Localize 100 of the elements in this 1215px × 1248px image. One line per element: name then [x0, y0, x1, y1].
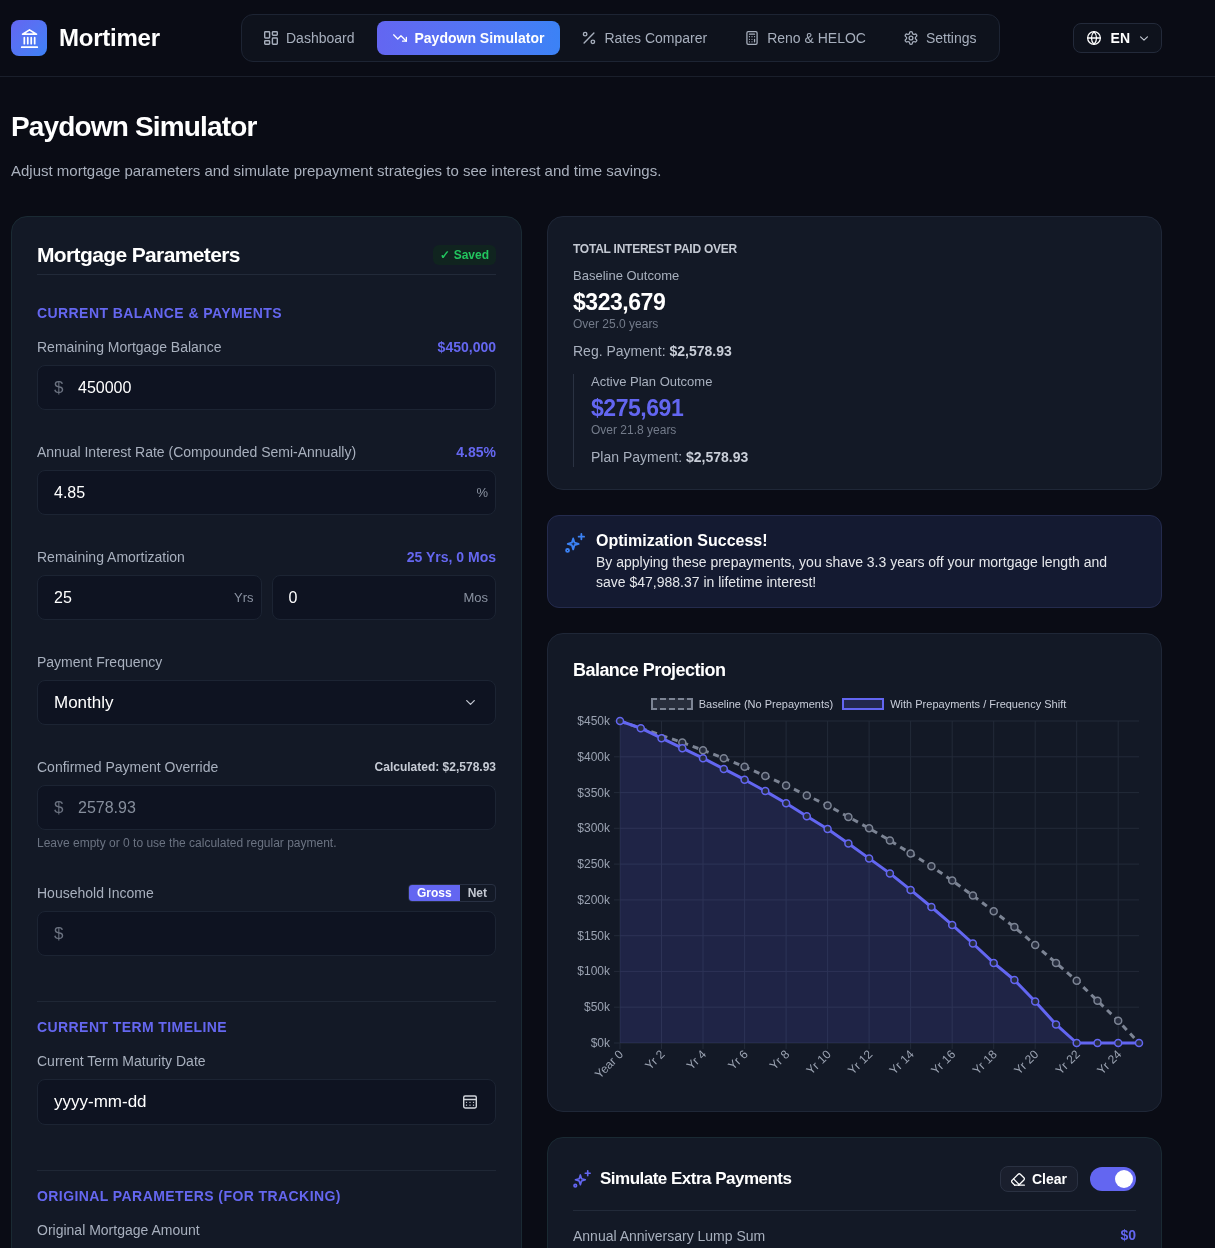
legend-label: Baseline (No Prepayments)	[698, 697, 834, 711]
data-point	[885, 869, 895, 878]
card-title: Mortgage Parameters	[37, 242, 240, 268]
data-point	[1010, 922, 1019, 932]
field-label: Household Income	[37, 883, 154, 903]
nav-tab[interactable]: Dashboard	[248, 21, 371, 55]
x-axis-label: Yr 12	[845, 1047, 876, 1078]
field-value: 4.85%	[456, 442, 496, 462]
data-point	[802, 811, 812, 821]
x-axis-label: Yr 18	[969, 1047, 1000, 1078]
summary-heading: TOTAL INTEREST PAID OVER	[573, 241, 739, 257]
x-axis-label: Yr 22	[1052, 1047, 1083, 1078]
bank-icon	[11, 20, 47, 56]
date-field[interactable]: yyyy-mm-dd	[37, 1079, 496, 1125]
data-point	[844, 812, 853, 822]
help-text: Leave empty or 0 to use the calculated regular payment.	[37, 835, 338, 851]
duration-text: Over 21.8 years	[591, 422, 678, 438]
data-point	[927, 902, 936, 912]
legend-label: With Prepayments / Frequency Shift	[890, 697, 1067, 711]
x-axis-label: Year 0	[592, 1047, 627, 1082]
nav-tab[interactable]: Settings	[887, 21, 993, 55]
x-axis-label: Yr 16	[928, 1047, 959, 1078]
y-axis-label: $200k	[577, 892, 610, 907]
toggle-option[interactable]: Gross	[408, 885, 460, 901]
clear-button[interactable]: Clear	[999, 1166, 1078, 1192]
unit-suffix: Yrs	[234, 589, 254, 606]
interest-amount: $323,679	[573, 288, 667, 316]
settings-icon	[903, 31, 918, 45]
dashed-swatch-icon	[650, 698, 693, 710]
data-point	[678, 743, 687, 753]
y-axis-label: $250k	[577, 857, 610, 872]
chart-title: Balance Projection	[573, 659, 727, 681]
field-label: Annual Interest Rate (Compounded Semi-Annually)	[37, 442, 357, 462]
y-axis-label: $100k	[577, 964, 610, 979]
data-point	[1093, 996, 1102, 1006]
payment-text: Reg. Payment: $2,578.93	[573, 342, 733, 361]
nav-tab[interactable]: Rates Comparer	[566, 21, 724, 55]
interest-amount: $275,691	[591, 394, 685, 422]
data-point	[761, 771, 770, 781]
field-label: Original Mortgage Amount	[37, 1220, 200, 1240]
chevron-down-icon	[466, 700, 475, 705]
page-subtitle: Adjust mortgage parameters and simulate prepayment strategies to see interest and time savings.	[11, 161, 663, 181]
data-point	[1051, 1020, 1061, 1029]
y-axis-label: $450k	[577, 714, 610, 728]
x-axis-label: Yr 10	[803, 1047, 834, 1078]
field-label: Payment Frequency	[37, 652, 163, 672]
select-field[interactable]: Monthly	[37, 680, 496, 725]
success-message: By applying these prepayments, you shave 3.3 years off your mortgage length and save $47,988.37 in lifetime interest!	[596, 553, 1109, 592]
duration-text: Over 25.0 years	[573, 316, 660, 332]
x-axis-label: Yr 4	[683, 1047, 710, 1073]
y-axis-label: $400k	[577, 749, 610, 764]
toggle-switch[interactable]	[1090, 1167, 1136, 1191]
field-label: Annual Anniversary Lump Sum	[573, 1226, 766, 1246]
field-value: $450,000	[437, 337, 496, 357]
solid-swatch-icon	[842, 698, 885, 710]
x-axis-label: Yr 14	[886, 1047, 917, 1078]
outcome-label: Active Plan Outcome	[591, 374, 714, 390]
field-label: Remaining Mortgage Balance	[37, 337, 222, 357]
grid-icon	[264, 31, 278, 45]
nav-tab[interactable]: Reno & HELOC	[729, 21, 882, 55]
data-point	[885, 836, 895, 845]
field-value: 25 Yrs, 0 Mos	[406, 547, 496, 567]
data-point	[636, 723, 646, 733]
calculated-value: Calculated: $2,578.93	[374, 759, 496, 776]
x-axis-label: Yr 2	[642, 1047, 668, 1073]
globe-icon	[1086, 31, 1101, 45]
language-button[interactable]: EN	[1072, 23, 1162, 53]
currency-prefix: $	[54, 377, 64, 398]
y-axis-label: $350k	[577, 785, 610, 800]
nav-tab[interactable]: Paydown Simulator	[376, 21, 561, 55]
toggle-option[interactable]: Net	[459, 885, 495, 901]
x-axis-label: Yr 20	[1011, 1047, 1042, 1078]
calendar-icon[interactable]	[463, 1095, 477, 1109]
data-point	[719, 764, 729, 774]
field-label: Remaining Amortization	[37, 547, 185, 567]
x-axis-label: Yr 8	[766, 1047, 793, 1073]
sparkles-icon	[565, 533, 585, 553]
brand-name: Mortimer	[59, 23, 160, 53]
percent-icon	[582, 31, 597, 45]
payment-text: Plan Payment: $2,578.93	[591, 448, 750, 467]
outcome-label: Baseline Outcome	[573, 268, 681, 284]
data-point	[1010, 975, 1019, 985]
trending-down-icon	[392, 31, 407, 45]
card-title: Simulate Extra Payments	[600, 1168, 792, 1190]
data-point	[968, 939, 978, 948]
y-axis-label: $300k	[577, 821, 610, 836]
saved-badge: ✓ Saved	[433, 245, 496, 265]
eraser-icon	[1010, 1172, 1025, 1186]
x-axis-label: Yr 6	[725, 1047, 751, 1073]
page-title: Paydown Simulator	[11, 110, 258, 144]
data-point	[1134, 1038, 1144, 1048]
field-value: $0	[1120, 1226, 1136, 1245]
success-title: Optimization Success!	[596, 532, 769, 550]
field-label: Confirmed Payment Override	[37, 757, 219, 777]
section-heading: CURRENT TERM TIMELINE	[37, 1018, 229, 1037]
currency-prefix: $	[54, 797, 64, 818]
unit-suffix: Mos	[463, 589, 488, 606]
field-label: Current Term Maturity Date	[37, 1051, 206, 1071]
data-point	[1093, 1038, 1102, 1048]
y-axis-label: $150k	[577, 928, 610, 943]
